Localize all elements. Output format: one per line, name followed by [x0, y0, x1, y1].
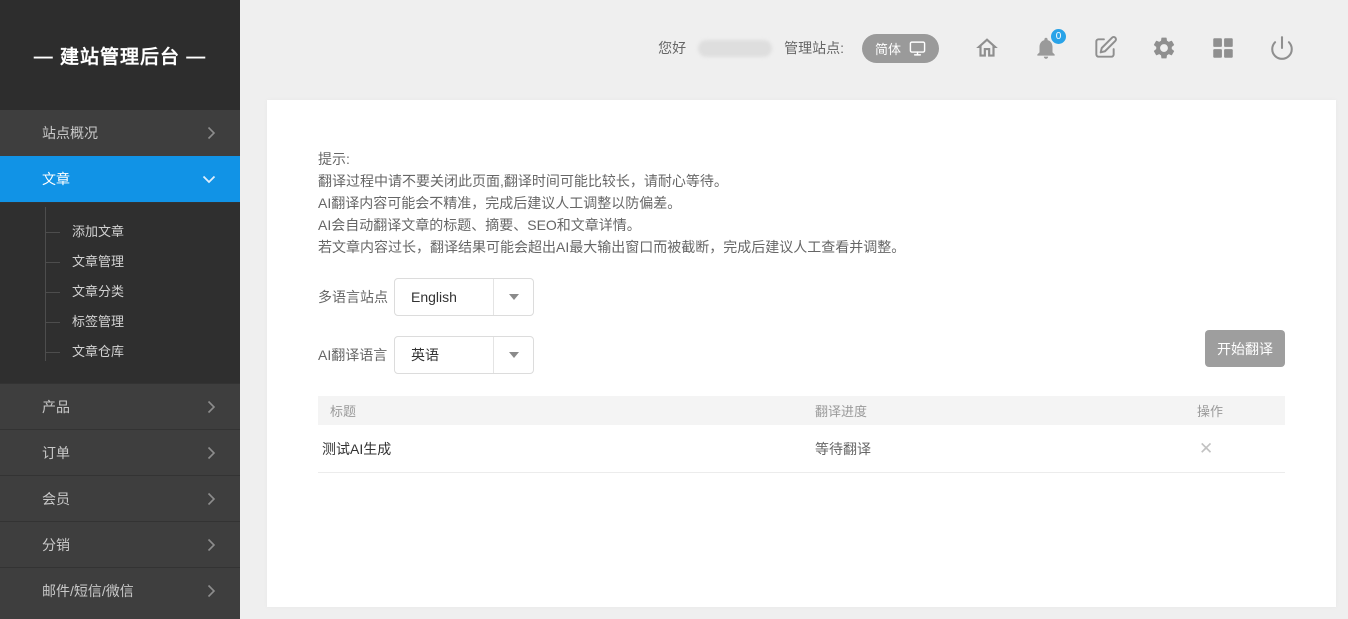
sidebar-subitem-add-article[interactable]: 添加文章 — [0, 217, 240, 247]
caret-down-icon — [509, 294, 519, 300]
chevron-right-icon — [207, 446, 216, 460]
caret-down-icon — [509, 352, 519, 358]
tips-line: AI翻译内容可能会不精准，完成后建议人工调整以防偏差。 — [318, 192, 1285, 214]
remove-row-icon[interactable]: ✕ — [1199, 440, 1213, 457]
start-translate-button[interactable]: 开始翻译 — [1205, 330, 1285, 367]
table-header-row: 标题 翻译进度 操作 — [318, 396, 1285, 425]
sidebar-item-members[interactable]: 会员 — [0, 475, 240, 521]
sidebar-item-mail-sms-wechat[interactable]: 邮件/短信/微信 — [0, 567, 240, 613]
sidebar-item-label: 会员 — [42, 489, 70, 509]
username-redacted — [698, 40, 772, 57]
sidebar-item-label: 分销 — [42, 535, 70, 555]
app-title: — 建站管理后台 — — [0, 0, 240, 110]
greeting-group: 您好 管理站点: — [658, 38, 844, 58]
sidebar-item-articles[interactable]: 文章 — [0, 156, 240, 202]
table-header-title: 标题 — [318, 401, 815, 420]
site-language-label: 简体 — [875, 39, 901, 58]
sidebar-item-products[interactable]: 产品 — [0, 383, 240, 429]
multilang-site-select[interactable]: English — [394, 278, 534, 316]
sidebar-submenu-articles: 添加文章 文章管理 文章分类 标签管理 文章仓库 — [0, 202, 240, 383]
row-title-cell: 测试AI生成 — [318, 439, 815, 459]
chevron-right-icon — [207, 492, 216, 506]
main-content-card: 提示: 翻译过程中请不要关闭此页面,翻译时间可能比较长，请耐心等待。 AI翻译内… — [267, 100, 1336, 607]
sidebar-nav: 站点概况 文章 添加文章 文章管理 文章分类 标签管理 文章仓库 产品 订单 会… — [0, 110, 240, 613]
table-header-action: 操作 — [1197, 401, 1285, 420]
sidebar: — 建站管理后台 — 站点概况 文章 添加文章 文章管理 文章分类 标签管理 文… — [0, 0, 240, 619]
tips-line: 若文章内容过长，翻译结果可能会超出AI最大输出窗口而被截断，完成后建议人工查看并… — [318, 236, 1285, 258]
sidebar-item-site-overview[interactable]: 站点概况 — [0, 110, 240, 156]
sidebar-item-label: 邮件/短信/微信 — [42, 581, 134, 601]
manage-site-label: 管理站点: — [784, 38, 844, 58]
ai-translate-language-label: AI翻译语言 — [318, 345, 394, 365]
chevron-right-icon — [207, 538, 216, 552]
edit-icon[interactable] — [1092, 35, 1118, 61]
tips-line: AI会自动翻译文章的标题、摘要、SEO和文章详情。 — [318, 214, 1285, 236]
greeting-text: 您好 — [658, 38, 686, 58]
sidebar-item-label: 文章 — [42, 169, 70, 189]
topbar-icons: 0 — [974, 35, 1295, 61]
sidebar-item-distribution[interactable]: 分销 — [0, 521, 240, 567]
sidebar-subitem-article-warehouse[interactable]: 文章仓库 — [0, 337, 240, 367]
sidebar-item-label: 订单 — [42, 443, 70, 463]
select-arrow-zone[interactable] — [493, 337, 533, 373]
chevron-right-icon — [207, 584, 216, 598]
chevron-down-icon — [202, 175, 216, 184]
table-row: 测试AI生成 等待翻译 ✕ — [318, 425, 1285, 473]
table-header-progress: 翻译进度 — [815, 401, 1197, 420]
select-arrow-zone[interactable] — [493, 279, 533, 315]
app-title-text: — 建站管理后台 — — [34, 42, 207, 69]
multilang-site-row: 多语言站点 English — [318, 278, 1285, 316]
notifications-button[interactable]: 0 — [1033, 35, 1059, 61]
monitor-icon — [909, 40, 926, 57]
ai-translate-language-value: 英语 — [395, 345, 493, 365]
topbar: 您好 管理站点: 简体 0 — [240, 0, 1348, 100]
multilang-site-label: 多语言站点 — [318, 287, 394, 307]
power-icon[interactable] — [1269, 35, 1295, 61]
sidebar-subitem-tag-management[interactable]: 标签管理 — [0, 307, 240, 337]
ai-translate-language-row: AI翻译语言 英语 — [318, 336, 1285, 374]
multilang-site-value: English — [395, 289, 493, 305]
home-icon[interactable] — [974, 35, 1000, 61]
tips-block: 提示: 翻译过程中请不要关闭此页面,翻译时间可能比较长，请耐心等待。 AI翻译内… — [318, 148, 1285, 258]
ai-translate-language-select[interactable]: 英语 — [394, 336, 534, 374]
chevron-right-icon — [207, 400, 216, 414]
sidebar-subitem-article-category[interactable]: 文章分类 — [0, 277, 240, 307]
notification-badge: 0 — [1051, 29, 1066, 44]
chevron-right-icon — [207, 126, 216, 140]
sidebar-item-orders[interactable]: 订单 — [0, 429, 240, 475]
sidebar-subitem-article-management[interactable]: 文章管理 — [0, 247, 240, 277]
settings-gear-icon[interactable] — [1151, 35, 1177, 61]
tips-line: 翻译过程中请不要关闭此页面,翻译时间可能比较长，请耐心等待。 — [318, 170, 1285, 192]
tips-title: 提示: — [318, 148, 1285, 170]
apps-grid-icon[interactable] — [1210, 35, 1236, 61]
row-progress-cell: 等待翻译 — [815, 439, 1197, 459]
sidebar-item-label: 站点概况 — [42, 123, 98, 143]
sidebar-item-label: 产品 — [42, 397, 70, 417]
site-language-button[interactable]: 简体 — [862, 34, 939, 63]
translate-queue-table: 标题 翻译进度 操作 测试AI生成 等待翻译 ✕ — [318, 396, 1285, 473]
